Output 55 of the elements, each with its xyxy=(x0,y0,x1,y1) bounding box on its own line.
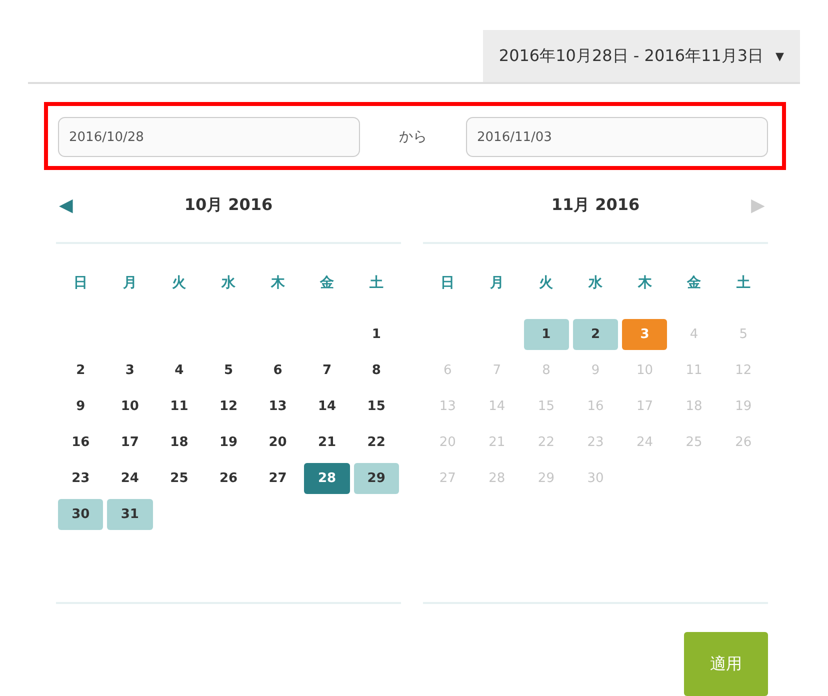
weekday-label: 金 xyxy=(686,274,702,293)
month-title: 10月 2016 xyxy=(183,194,274,216)
day-cell[interactable]: 10 xyxy=(107,391,153,422)
day-cell[interactable]: 18 xyxy=(156,427,202,458)
weekday-label: 土 xyxy=(735,274,752,293)
weekday-label: 日 xyxy=(72,274,89,293)
weekday-label: 金 xyxy=(318,274,336,293)
day-cell[interactable]: 11 xyxy=(156,391,202,422)
weekday-label: 木 xyxy=(636,274,653,293)
weekday-label: 火 xyxy=(538,274,554,293)
day-cell[interactable]: 22 xyxy=(354,427,399,458)
day-cell[interactable]: 15 xyxy=(354,391,399,422)
day-cell[interactable]: 26 xyxy=(206,463,252,494)
day-cell[interactable]: 1 xyxy=(524,319,569,350)
day-cell[interactable]: 23 xyxy=(58,463,104,494)
day-cell[interactable]: 5 xyxy=(206,355,252,386)
day-cell[interactable]: 25 xyxy=(156,463,202,494)
day-cell[interactable]: 21 xyxy=(304,427,350,458)
start-date-field[interactable]: 2016/10/28 xyxy=(58,117,360,157)
day-cell[interactable]: 8 xyxy=(354,355,399,386)
weekday-label: 土 xyxy=(368,274,384,293)
weekday-label: 木 xyxy=(270,274,286,293)
day-cell[interactable]: 3 xyxy=(107,355,153,386)
day-cell[interactable]: 1 xyxy=(354,319,399,350)
day-cell[interactable]: 30 xyxy=(58,499,104,530)
caret-icon: ▼ xyxy=(776,50,784,62)
weekday-label: 水 xyxy=(587,274,604,293)
separator-text: から xyxy=(398,128,428,146)
day-cell[interactable]: 2 xyxy=(572,319,618,350)
month-title: 11月 2016 xyxy=(550,194,641,216)
end-date-field[interactable]: 2016/11/03 xyxy=(466,117,768,157)
day-cell[interactable]: 12 xyxy=(206,391,252,422)
day-cell[interactable]: 29 xyxy=(354,463,399,494)
day-cell[interactable]: 28 xyxy=(304,463,350,494)
day-cell[interactable]: 13 xyxy=(255,391,300,422)
previous-month-button[interactable]: ◀ xyxy=(56,194,76,216)
weekday-label: 月 xyxy=(122,274,138,293)
weekday-label: 火 xyxy=(171,274,188,293)
day-cell[interactable]: 19 xyxy=(206,427,252,458)
day-cell[interactable]: 9 xyxy=(58,391,104,422)
day-cell[interactable]: 24 xyxy=(107,463,153,494)
day-cell[interactable]: 20 xyxy=(255,427,300,458)
day-cell[interactable]: 4 xyxy=(156,355,202,386)
weekday-label: 水 xyxy=(220,274,236,293)
day-cell[interactable]: 27 xyxy=(255,463,300,494)
day-cell[interactable]: 31 xyxy=(107,499,153,530)
day-cell[interactable]: 14 xyxy=(304,391,350,422)
day-cell[interactable]: 6 xyxy=(255,355,300,386)
day-cell[interactable]: 17 xyxy=(107,427,153,458)
date-range-dropdown[interactable]: 2016年10月28日 - 2016年11月3日 ▼ xyxy=(482,30,800,82)
weekday-label: 月 xyxy=(488,274,505,293)
weekday-label: 日 xyxy=(440,274,456,293)
day-cell[interactable]: 7 xyxy=(304,355,350,386)
day-cell[interactable]: 16 xyxy=(58,427,104,458)
day-cell[interactable]: 2 xyxy=(58,355,104,386)
